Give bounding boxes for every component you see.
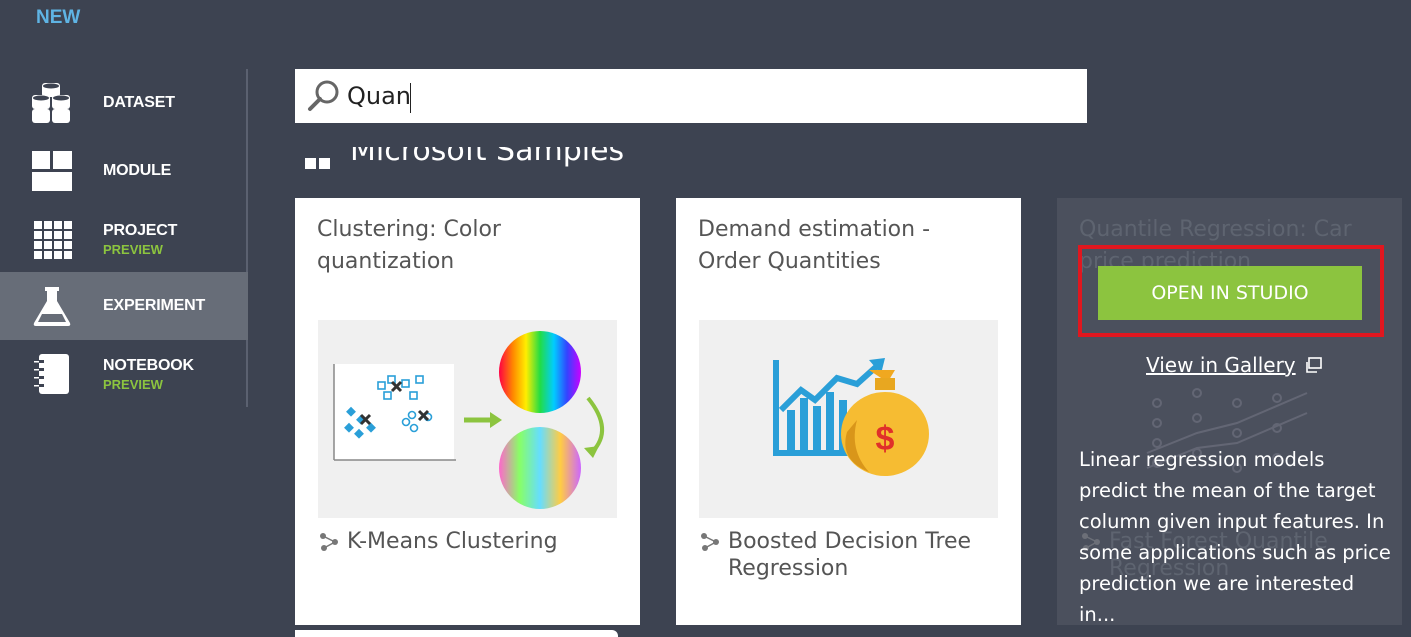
svg-text:$: $: [876, 420, 895, 458]
notebook-icon: [34, 354, 69, 394]
nav-item-project[interactable]: PROJECT PREVIEW: [0, 205, 248, 273]
section-heading: Microsoft Samples: [350, 133, 625, 168]
nav-label: EXPERIMENT: [103, 297, 206, 314]
card-module: K-Means Clustering: [319, 528, 619, 555]
search-input[interactable]: [347, 78, 1067, 114]
module-graph-icon: [320, 533, 338, 551]
nav-item-notebook[interactable]: NOTEBOOK PREVIEW: [0, 340, 248, 408]
search-box: [295, 69, 1087, 123]
module-graph-icon: [701, 533, 719, 551]
preview-badge: PREVIEW: [103, 376, 163, 392]
sample-description: Linear regression models predict the mea…: [1079, 448, 1391, 626]
clustering-illustration: [318, 320, 617, 518]
nav-label: MODULE: [103, 162, 172, 179]
module-name: Boosted Decision Tree Regression: [728, 529, 972, 581]
demand-estimation-illustration: $: [699, 320, 998, 518]
new-item-type-nav: DATASET MODULE PROJECT PREVIEW EXPERIMEN…: [0, 69, 248, 407]
dataset-icon: [32, 83, 70, 123]
sample-card-quantile-regression-preview[interactable]: Quantile Regression: Car price predictio…: [1057, 198, 1402, 626]
sample-card-clustering[interactable]: Clustering: Color quantization K-Means C…: [295, 198, 640, 625]
project-icon: [34, 221, 72, 259]
module-name: K-Means Clustering: [347, 529, 558, 554]
nav-item-module[interactable]: MODULE: [0, 137, 248, 205]
next-card-edge: [295, 630, 618, 637]
card-title: Demand estimation - Order Quantities: [698, 217, 931, 274]
module-icon: [32, 151, 72, 191]
nav-item-dataset[interactable]: DATASET: [0, 69, 248, 137]
new-label: NEW: [36, 7, 81, 28]
flask-icon: [33, 287, 71, 326]
external-link-icon: [1305, 357, 1322, 373]
card-module: Boosted Decision Tree Regression: [700, 528, 1000, 582]
preview-badge: PREVIEW: [103, 241, 163, 257]
sample-card-demand-estimation[interactable]: Demand estimation - Order Quantities $ B…: [676, 198, 1021, 625]
card-title: Clustering: Color quantization: [317, 217, 501, 274]
open-in-studio-button[interactable]: OPEN IN STUDIO: [1098, 266, 1362, 320]
search-icon: [308, 80, 339, 111]
nav-label: PROJECT: [103, 221, 178, 239]
section-grid-icon: [305, 158, 331, 170]
nav-label: DATASET: [103, 94, 175, 111]
text-caret: [410, 83, 411, 113]
nav-label: NOTEBOOK: [103, 356, 194, 374]
view-in-gallery-link[interactable]: View in Gallery: [1146, 353, 1322, 377]
gallery-link-label: View in Gallery: [1146, 353, 1296, 377]
nav-item-experiment[interactable]: EXPERIMENT: [0, 272, 248, 340]
